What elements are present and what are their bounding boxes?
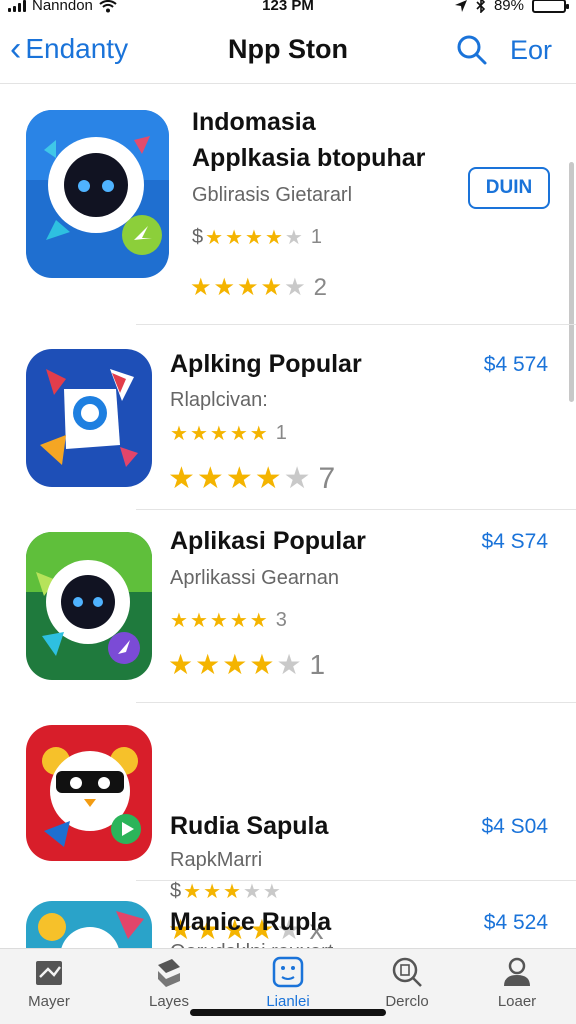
search-icon[interactable] (456, 34, 488, 66)
chevron-left-icon: ‹ (10, 30, 22, 68)
star-filled-icon: ★ (170, 423, 188, 445)
tab-mayer[interactable]: Mayer (0, 955, 104, 1010)
rating-count: 7 (318, 461, 336, 495)
rating-row: ★ ★ ★ ★ ★ 3 (170, 608, 287, 633)
star-filled-icon: ★ (170, 610, 188, 632)
battery-percent: 89% (493, 0, 524, 14)
rating-row: ★ ★ ★ ★ ★ 1 (168, 648, 325, 681)
rating-count: 1 (310, 226, 322, 248)
apps-icon (272, 956, 304, 988)
star-filled-icon: ★ (213, 274, 236, 301)
star-filled-icon: ★ (190, 274, 212, 301)
price-label[interactable]: $4 S74 (481, 530, 548, 554)
star-filled-icon: ★ (229, 610, 248, 632)
app-name: Rudia Sapula (170, 812, 329, 840)
rating-row: $ ★ ★ ★ ★ ★ 1 (192, 225, 322, 250)
app-subtitle: Gblirasis Gietararl (192, 184, 353, 206)
star-filled-icon: ★ (225, 462, 253, 495)
star-filled-icon: ★ (264, 227, 283, 249)
person-icon (504, 957, 530, 986)
list-item[interactable]: Manice Rupla $4 524 Oerudsklni rouxert (0, 881, 576, 961)
price-label[interactable]: $4 574 (484, 353, 548, 377)
star-filled-icon: ★ (189, 610, 208, 632)
edit-button[interactable]: Eor (510, 35, 552, 66)
star-filled-icon: ★ (249, 610, 268, 632)
battery-icon (532, 0, 569, 13)
app-name-line1: Indomasia (192, 108, 316, 136)
star-filled-icon: ★ (195, 649, 221, 680)
star-filled-icon: ★ (249, 649, 275, 680)
app-icon-robot[interactable] (26, 110, 169, 278)
tab-label: Loaer (497, 993, 537, 1010)
list-item[interactable]: Aplking Popular $4 574 Rlaplcivan: ★ ★ ★ ★ ★… (0, 325, 576, 510)
app-icon-robot-green[interactable] (26, 532, 152, 680)
rating-count: 3 (275, 609, 287, 631)
app-icon-compass[interactable] (26, 349, 152, 487)
star-filled-icon: ★ (196, 462, 224, 495)
rating-count: 1 (309, 648, 326, 680)
star-filled-icon: ★ (168, 649, 194, 680)
star-filled-icon: ★ (229, 423, 248, 445)
list-item[interactable]: Rudia Sapula $4 S04 RapkMarri $ ★ ★ ★ ★ ★ ★ ★ ★… (0, 703, 576, 945)
star-filled-icon: ★ (189, 423, 208, 445)
app-subtitle: RapkMarri (170, 849, 263, 871)
star-filled-icon: ★ (237, 274, 259, 301)
list-item[interactable]: Indomasia Applkasia btopuhar Gblirasis G… (0, 85, 576, 325)
app-name: Aplikasi Popular (170, 527, 366, 555)
home-indicator[interactable] (190, 1009, 386, 1016)
star-filled-icon: ★ (209, 610, 228, 632)
rating-row: ★ ★ ★ ★ ★ 7 (168, 461, 335, 496)
star-filled-icon: ★ (225, 227, 243, 249)
app-name-line2: Applkasia btopuhar (192, 144, 426, 172)
star-empty-icon: ★ (284, 227, 303, 249)
rating-row: ★ ★ ★ ★ ★ 2 (190, 273, 327, 302)
star-filled-icon: ★ (245, 227, 263, 249)
tab-label: Mayer (28, 993, 70, 1010)
search-doc-icon (392, 957, 422, 987)
list-item[interactable]: Aplikasi Popular $4 S74 Aprlikassi Gearn… (0, 510, 576, 703)
star-filled-icon: ★ (249, 423, 268, 445)
app-name: Manice Rupla (170, 908, 332, 936)
tab-layes[interactable]: Layes (114, 955, 224, 1010)
rating-prefix: $ (192, 226, 204, 248)
app-icon-ninja[interactable] (26, 725, 152, 861)
tab-label: Lianlei (266, 993, 310, 1010)
back-button[interactable]: ‹ Endanty (10, 32, 128, 66)
layers-icon (158, 959, 180, 987)
tab-label: Derclo (385, 993, 429, 1010)
rating-row: ★ ★ ★ ★ ★ 1 (170, 421, 287, 446)
star-empty-icon: ★ (283, 462, 311, 495)
star-empty-icon: ★ (284, 274, 306, 301)
get-button[interactable]: DUIN (468, 167, 550, 209)
star-filled-icon: ★ (222, 649, 248, 680)
tab-label: Layes (148, 993, 190, 1010)
location-arrow-icon (454, 0, 467, 12)
star-filled-icon: ★ (168, 462, 195, 495)
price-label[interactable]: $4 524 (484, 911, 548, 935)
star-empty-icon: ★ (276, 649, 302, 680)
book-icon (36, 961, 62, 985)
star-filled-icon: ★ (209, 423, 228, 445)
status-right: 89% (454, 0, 569, 14)
rating-count: 1 (275, 422, 287, 444)
app-name: Aplking Popular (170, 350, 362, 378)
tab-loaer[interactable]: Loaer (462, 955, 572, 1010)
nav-bar: ‹ Endanty Npp Ston Eor (0, 18, 576, 84)
tab-lianlei[interactable]: Lianlei (233, 955, 343, 1010)
tab-derclo[interactable]: Derclo (352, 955, 462, 1010)
price-label[interactable]: $4 S04 (481, 815, 548, 839)
app-subtitle: Aprlikassi Gearnan (170, 567, 339, 589)
rating-count: 2 (313, 273, 327, 301)
app-subtitle: Rlaplcivan: (170, 389, 268, 411)
back-label: Endanty (25, 33, 129, 64)
bluetooth-icon (476, 0, 486, 13)
star-filled-icon: ★ (254, 462, 282, 495)
status-bar: Nanndon 123 PM 89% (0, 0, 576, 18)
star-filled-icon: ★ (260, 274, 283, 301)
star-filled-icon: ★ (205, 227, 224, 249)
